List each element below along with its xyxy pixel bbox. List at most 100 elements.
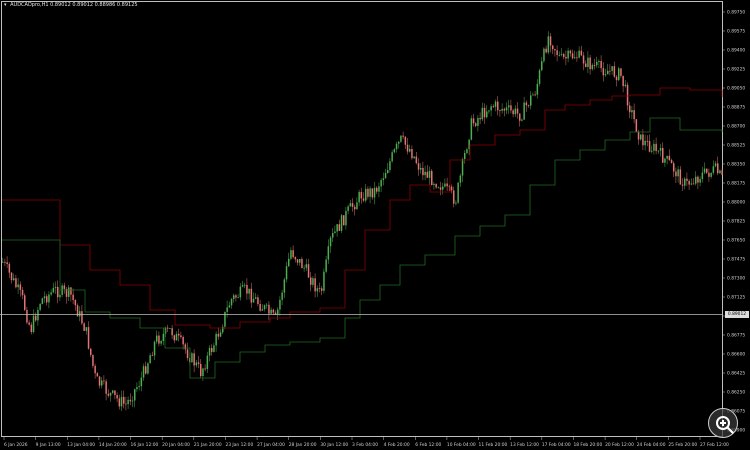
candle bbox=[580, 50, 583, 56]
candle bbox=[508, 105, 510, 108]
candle bbox=[521, 119, 523, 121]
candle bbox=[640, 134, 642, 140]
candle bbox=[615, 76, 618, 81]
candle bbox=[532, 94, 534, 96]
candle bbox=[373, 187, 376, 198]
candle bbox=[266, 304, 268, 306]
candle bbox=[343, 215, 345, 226]
candle bbox=[365, 188, 367, 201]
candle bbox=[703, 168, 706, 173]
candle bbox=[481, 107, 484, 120]
price-chart[interactable]: 0.89750 0.89575 0.89400 0.89225 0.89050 0.888… bbox=[0, 0, 750, 450]
candle bbox=[233, 295, 235, 299]
candle bbox=[244, 284, 246, 286]
candle bbox=[195, 362, 198, 366]
candle bbox=[87, 327, 90, 349]
candle bbox=[316, 288, 319, 292]
candle bbox=[299, 258, 301, 263]
candle bbox=[321, 288, 323, 291]
candle bbox=[367, 188, 369, 197]
candle bbox=[620, 68, 622, 76]
candle bbox=[283, 279, 286, 293]
candle bbox=[305, 264, 308, 268]
candle bbox=[668, 155, 671, 161]
candle bbox=[563, 54, 565, 57]
candle bbox=[149, 355, 151, 364]
candle bbox=[48, 294, 50, 303]
candle bbox=[626, 84, 629, 106]
time-label: 6 Jan 2026 bbox=[4, 442, 28, 448]
candle bbox=[499, 110, 501, 112]
candle bbox=[382, 178, 385, 181]
candle bbox=[303, 267, 305, 269]
candle bbox=[593, 64, 596, 66]
candle bbox=[228, 305, 231, 308]
candle bbox=[356, 202, 358, 210]
lower-channel-line bbox=[2, 117, 723, 379]
candle bbox=[224, 311, 226, 327]
time-label: 10 Feb 04:00 bbox=[447, 442, 476, 448]
candle bbox=[63, 285, 66, 289]
candle bbox=[30, 324, 33, 333]
candles bbox=[2, 31, 723, 412]
candle bbox=[109, 392, 112, 396]
price-label: 0.89050 bbox=[727, 86, 745, 92]
candle bbox=[483, 107, 486, 118]
candle bbox=[442, 186, 444, 190]
candle bbox=[134, 389, 136, 401]
chart-window[interactable]: ▾ AUDCADpro,H1 0.89012 0.89012 0.88986 0… bbox=[0, 0, 750, 450]
candle bbox=[648, 141, 651, 152]
candle bbox=[461, 159, 464, 176]
candle bbox=[488, 110, 490, 112]
candle bbox=[398, 141, 400, 144]
candle bbox=[52, 287, 55, 293]
candle bbox=[301, 258, 303, 269]
candle bbox=[217, 333, 220, 337]
candle bbox=[248, 288, 250, 294]
candle bbox=[345, 210, 347, 226]
candle bbox=[717, 163, 719, 174]
candle bbox=[417, 163, 420, 170]
candle bbox=[263, 305, 266, 310]
candle bbox=[547, 36, 550, 53]
candle bbox=[576, 57, 578, 59]
candle bbox=[701, 172, 704, 180]
candle bbox=[541, 61, 543, 71]
time-label: 11 Feb 20:00 bbox=[479, 442, 508, 448]
candle bbox=[8, 264, 11, 273]
candle bbox=[600, 60, 602, 69]
zoom-in-icon bbox=[716, 416, 734, 434]
candle bbox=[70, 287, 72, 295]
candle bbox=[497, 101, 499, 111]
time-label: 25 Feb 20:00 bbox=[668, 442, 697, 448]
candle bbox=[142, 366, 145, 378]
candle bbox=[387, 170, 389, 174]
candle bbox=[105, 381, 107, 394]
candle bbox=[378, 186, 380, 192]
candle bbox=[503, 108, 506, 111]
candle bbox=[213, 345, 215, 352]
candle bbox=[354, 206, 356, 210]
candle bbox=[57, 286, 59, 298]
channel-lines bbox=[2, 87, 723, 379]
candle bbox=[215, 333, 217, 346]
zoom-button[interactable] bbox=[708, 408, 738, 438]
candle bbox=[380, 180, 382, 187]
candle bbox=[673, 163, 675, 172]
candle bbox=[692, 183, 695, 185]
candle bbox=[15, 278, 17, 288]
candle bbox=[574, 57, 576, 59]
candle bbox=[180, 335, 182, 338]
candle bbox=[624, 84, 627, 87]
candle bbox=[294, 257, 297, 260]
candle bbox=[59, 294, 61, 298]
candle bbox=[604, 74, 607, 76]
candle bbox=[708, 172, 710, 177]
price-label: 0.86775 bbox=[727, 333, 745, 339]
candle bbox=[136, 387, 138, 390]
price-label: 0.87125 bbox=[727, 295, 745, 301]
candle bbox=[690, 183, 693, 185]
candle bbox=[554, 49, 556, 51]
candle bbox=[43, 296, 46, 299]
candle bbox=[514, 108, 517, 115]
